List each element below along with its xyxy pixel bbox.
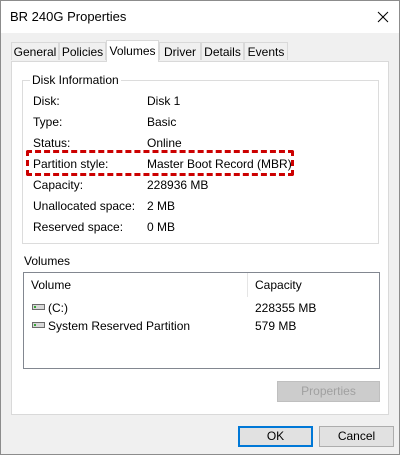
close-button[interactable] bbox=[367, 1, 399, 33]
partition-style-highlight bbox=[26, 150, 294, 176]
disk-label: Disk: bbox=[33, 94, 60, 108]
disk-value: Disk 1 bbox=[147, 94, 181, 108]
volumes-section-label: Volumes bbox=[24, 254, 71, 268]
cancel-button[interactable]: Cancel bbox=[319, 426, 394, 447]
column-header-capacity[interactable]: Capacity bbox=[248, 273, 379, 297]
unallocated-label: Unallocated space: bbox=[33, 199, 136, 213]
ok-button[interactable]: OK bbox=[238, 426, 313, 447]
tab-events[interactable]: Events bbox=[244, 42, 288, 60]
tab-driver[interactable]: Driver bbox=[159, 42, 201, 60]
capacity-label: Capacity: bbox=[33, 178, 84, 192]
window-title: BR 240G Properties bbox=[10, 9, 127, 24]
column-header-volume[interactable]: Volume bbox=[24, 273, 248, 297]
type-value: Basic bbox=[147, 115, 177, 129]
volume-capacity: 579 MB bbox=[255, 319, 297, 333]
close-icon bbox=[377, 11, 389, 23]
status-label: Status: bbox=[33, 136, 71, 150]
volumes-list[interactable]: Volume Capacity (C:) 228355 MB System Re… bbox=[23, 272, 380, 369]
capacity-value: 228936 MB bbox=[147, 178, 209, 192]
tab-volumes[interactable]: Volumes bbox=[106, 40, 159, 62]
reserved-label: Reserved space: bbox=[33, 220, 124, 234]
properties-dialog: BR 240G Properties General Policies Volu… bbox=[0, 0, 400, 455]
type-label: Type: bbox=[33, 115, 63, 129]
volume-name: System Reserved Partition bbox=[48, 319, 191, 333]
list-item[interactable]: (C:) 228355 MB bbox=[24, 299, 379, 317]
volume-capacity: 228355 MB bbox=[255, 301, 317, 315]
drive-icon bbox=[32, 304, 45, 310]
tab-details[interactable]: Details bbox=[201, 42, 244, 60]
tab-policies[interactable]: Policies bbox=[59, 42, 106, 60]
disk-information-legend: Disk Information bbox=[30, 73, 121, 87]
list-item[interactable]: System Reserved Partition 579 MB bbox=[24, 317, 379, 335]
volumes-list-header: Volume Capacity bbox=[24, 273, 379, 297]
drive-icon bbox=[32, 322, 45, 328]
properties-button[interactable]: Properties bbox=[277, 381, 380, 402]
tab-general[interactable]: General bbox=[11, 42, 59, 60]
volume-name: (C:) bbox=[48, 301, 68, 315]
unallocated-value: 2 MB bbox=[147, 199, 176, 213]
status-value: Online bbox=[147, 136, 182, 150]
reserved-value: 0 MB bbox=[147, 220, 176, 234]
title-bar[interactable]: BR 240G Properties bbox=[1, 1, 399, 33]
